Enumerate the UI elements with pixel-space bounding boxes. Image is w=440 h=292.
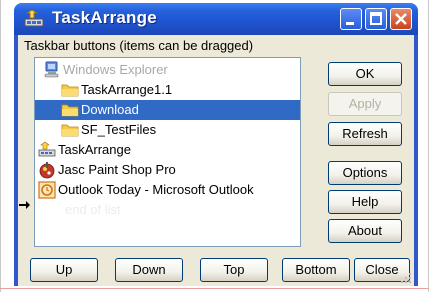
ok-button[interactable]: OK [328,62,402,86]
maximize-button[interactable] [365,8,387,30]
move-top-button[interactable]: Top [200,258,268,282]
minimize-icon [346,22,354,25]
move-bottom-button[interactable]: Bottom [282,258,350,282]
list-item-label: Outlook Today - Microsoft Outlook [58,182,254,197]
taskarrange-app-icon [24,10,44,27]
list-item-label: Jasc Paint Shop Pro [58,162,176,177]
list-item-label: end of list [65,202,121,217]
minimize-button[interactable] [340,8,362,30]
folder-icon [61,84,79,97]
list-item-label: Windows Explorer [63,62,168,77]
list-item[interactable]: Windows Explorer [35,60,300,80]
document-border-right [428,0,429,292]
apply-button[interactable]: Apply [328,92,402,116]
maximize-icon [370,12,382,25]
list-item[interactable]: SF_TestFiles [35,120,300,140]
document-border-bottom [0,288,429,289]
list-item-end-of-list[interactable]: end of list [35,200,300,220]
title-bar[interactable]: TaskArrange [14,3,418,35]
about-button[interactable]: About [328,219,402,243]
outlook-icon [38,181,56,199]
list-item[interactable]: Outlook Today - Microsoft Outlook [35,180,300,200]
list-item-label: TaskArrange1.1 [81,82,173,97]
taskarrange-window: TaskArrange Taskbar buttons (items can b… [14,3,418,286]
folder-icon [61,104,79,117]
list-item[interactable]: TaskArrange [35,140,300,160]
paintshop-icon [39,162,55,179]
list-item-label: TaskArrange [58,142,131,157]
window-title: TaskArrange [52,8,157,27]
computer-icon [44,61,59,78]
list-item[interactable]: Download [35,100,300,120]
current-item-arrow-icon [19,201,30,209]
move-down-button[interactable]: Down [115,258,183,282]
document-border-left [0,0,1,292]
list-item-label: Download [81,102,139,117]
resize-grip-icon[interactable] [400,272,412,284]
move-up-button[interactable]: Up [30,258,98,282]
refresh-button[interactable]: Refresh [328,122,402,146]
folder-icon [61,124,79,137]
taskarrange-icon [38,141,56,157]
dialog-client-area: Taskbar buttons (items can be dragged) W… [18,35,414,286]
close-window-button[interactable] [390,8,412,30]
close-icon [395,13,407,25]
help-button[interactable]: Help [328,190,402,214]
taskbar-buttons-list[interactable]: Windows Explorer TaskArrange1.1 Download [34,57,301,247]
list-item[interactable]: Jasc Paint Shop Pro [35,160,300,180]
taskbar-buttons-label: Taskbar buttons (items can be dragged) [24,38,254,53]
options-button[interactable]: Options [328,161,402,185]
list-item-label: SF_TestFiles [81,122,157,137]
list-item[interactable]: TaskArrange1.1 [35,80,300,100]
